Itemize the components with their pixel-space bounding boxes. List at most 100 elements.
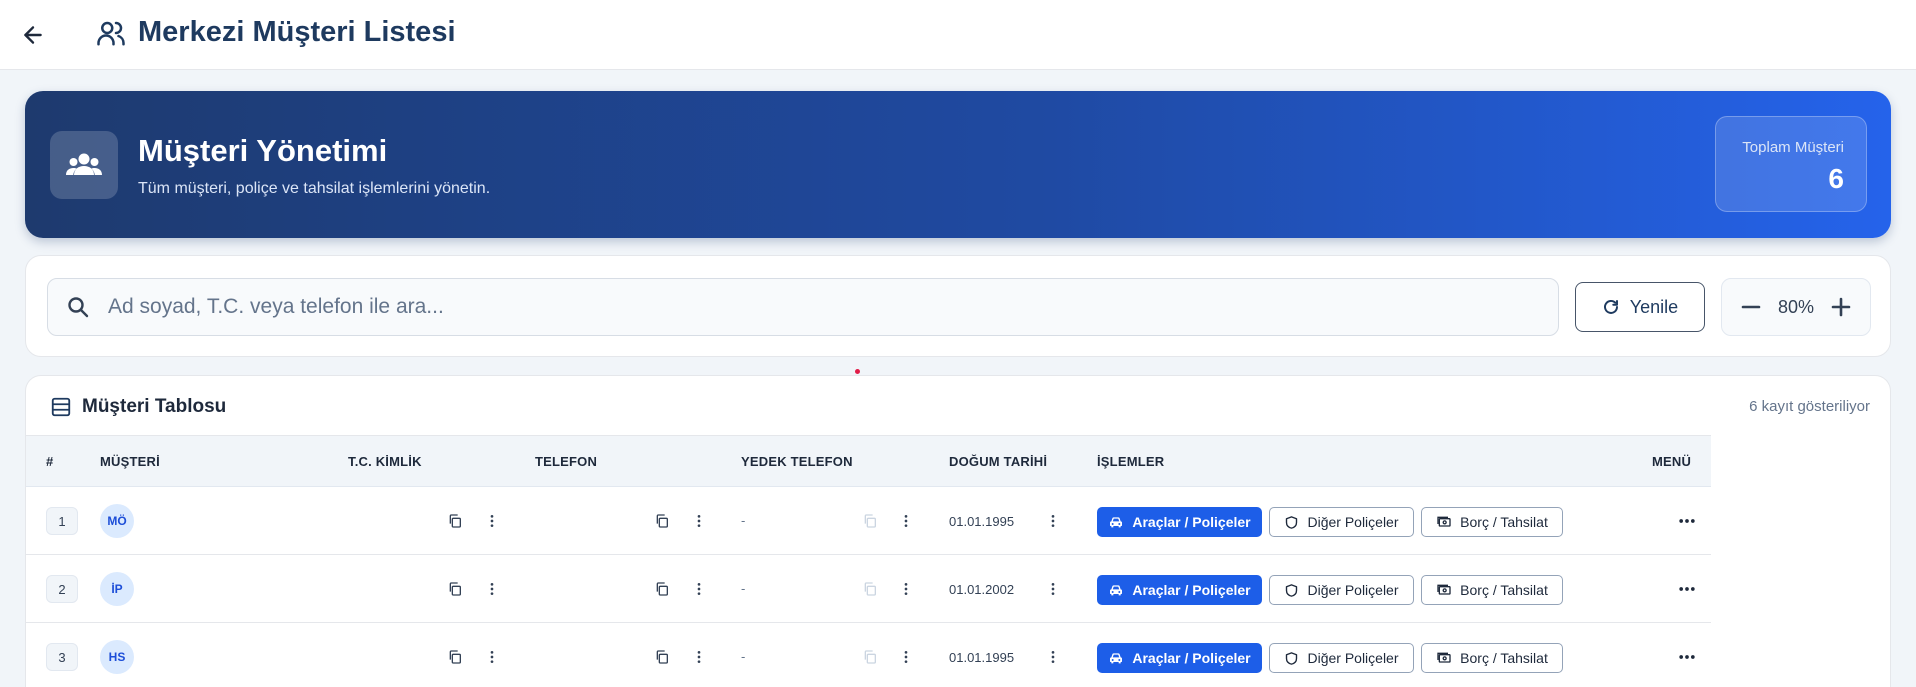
- more-vertical-icon: [697, 583, 701, 595]
- zoom-level: 80%: [1777, 296, 1815, 317]
- birth-date-options-button[interactable]: [1041, 645, 1065, 669]
- row-menu-button[interactable]: [1672, 509, 1702, 533]
- more-vertical-icon: [1051, 651, 1055, 663]
- copy-icon: [656, 514, 668, 528]
- more-vertical-icon: [904, 583, 908, 595]
- birth-date-options-button[interactable]: [1041, 577, 1065, 601]
- other-policies-button[interactable]: Diğer Poliçeler: [1269, 507, 1414, 537]
- indicator-dot: [855, 369, 860, 374]
- copy-icon: [864, 650, 876, 664]
- back-button[interactable]: [18, 20, 48, 50]
- hero-title: Müşteri Yönetimi: [138, 133, 388, 168]
- refresh-button[interactable]: Yenile: [1575, 282, 1705, 332]
- tc-options-button[interactable]: [480, 509, 504, 533]
- backup-phone: -: [741, 581, 746, 596]
- birth-date-options-button[interactable]: [1041, 509, 1065, 533]
- tc-options-button[interactable]: [480, 645, 504, 669]
- money-icon: [1437, 652, 1451, 663]
- phone-options-button[interactable]: [687, 577, 711, 601]
- customer-table-card: Müşteri Tablosu 6 kayıt gösteriliyor # M…: [25, 375, 1891, 687]
- row-index: 2: [46, 575, 78, 603]
- copy-phone-button[interactable]: [650, 509, 674, 533]
- avatar: İP: [100, 572, 134, 606]
- copy-backup-phone-button[interactable]: [858, 577, 882, 601]
- table-row[interactable]: 2 İP - 01.01.2002 Araçlar / Poliçeler Di…: [26, 555, 1711, 623]
- car-icon: [1110, 653, 1123, 664]
- backup-phone: -: [741, 649, 746, 664]
- refresh-icon: [1603, 300, 1618, 314]
- row-menu-button[interactable]: [1672, 645, 1702, 669]
- minus-icon: [1741, 305, 1761, 309]
- car-icon: [1110, 585, 1123, 596]
- vehicles-policies-button[interactable]: Araçlar / Poliçeler: [1097, 643, 1262, 673]
- debt-collection-button[interactable]: Borç / Tahsilat: [1421, 643, 1563, 673]
- copy-backup-phone-button[interactable]: [858, 509, 882, 533]
- debt-collection-label: Borç / Tahsilat: [1460, 514, 1548, 530]
- more-vertical-icon: [697, 515, 701, 527]
- col-tc: T.C. KİMLİK: [348, 454, 422, 469]
- backup-phone: -: [741, 513, 746, 528]
- col-birth-date: DOĞUM TARİHİ: [949, 454, 1048, 469]
- vehicles-policies-button[interactable]: Araçlar / Poliçeler: [1097, 575, 1262, 605]
- search-box: [47, 278, 1559, 336]
- search-input[interactable]: [108, 295, 1538, 319]
- row-index: 3: [46, 643, 78, 671]
- hero-icon-box: [50, 131, 118, 199]
- tc-options-button[interactable]: [480, 577, 504, 601]
- debt-collection-label: Borç / Tahsilat: [1460, 582, 1548, 598]
- backup-phone-options-button[interactable]: [894, 577, 918, 601]
- vehicles-policies-button[interactable]: Araçlar / Poliçeler: [1097, 507, 1262, 537]
- more-vertical-icon: [904, 515, 908, 527]
- stat-value: 6: [1828, 163, 1844, 194]
- other-policies-button[interactable]: Diğer Poliçeler: [1269, 643, 1414, 673]
- copy-tc-button[interactable]: [443, 645, 467, 669]
- row-menu-button[interactable]: [1672, 577, 1702, 601]
- total-customers-card: Toplam Müşteri 6: [1715, 116, 1867, 212]
- phone-options-button[interactable]: [687, 645, 711, 669]
- more-vertical-icon: [490, 651, 494, 663]
- debt-collection-button[interactable]: Borç / Tahsilat: [1421, 507, 1563, 537]
- copy-tc-button[interactable]: [443, 577, 467, 601]
- copy-icon: [656, 650, 668, 664]
- col-phone: TELEFON: [535, 454, 598, 469]
- hero-banner: Müşteri Yönetimi Tüm müşteri, poliçe ve …: [25, 91, 1891, 238]
- table-icon: [51, 397, 71, 417]
- table-head: # MÜŞTERİ T.C. KİMLİK TELEFON YEDEK TELE…: [26, 435, 1711, 487]
- col-menu: MENÜ: [1652, 454, 1692, 469]
- zoom-in-button[interactable]: [1828, 294, 1854, 320]
- search-card: Yenile 80%: [25, 255, 1891, 357]
- debt-collection-button[interactable]: Borç / Tahsilat: [1421, 575, 1563, 605]
- phone-options-button[interactable]: [687, 509, 711, 533]
- refresh-label: Yenile: [1629, 296, 1679, 317]
- table-row[interactable]: 3 HS - 01.01.1995 Araçlar / Poliçeler Di…: [26, 623, 1711, 687]
- birth-date: 01.01.1995: [949, 514, 1015, 529]
- other-policies-button[interactable]: Diğer Poliçeler: [1269, 575, 1414, 605]
- table-title-group: Müşteri Tablosu: [50, 396, 226, 418]
- copy-tc-button[interactable]: [443, 509, 467, 533]
- copy-phone-button[interactable]: [650, 645, 674, 669]
- birth-date: 01.01.2002: [949, 582, 1015, 597]
- zoom-out-button[interactable]: [1738, 294, 1764, 320]
- copy-icon: [449, 650, 461, 664]
- hero-subtitle: Tüm müşteri, poliçe ve tahsilat işlemler…: [138, 180, 491, 197]
- more-vertical-icon: [1051, 583, 1055, 595]
- copy-backup-phone-button[interactable]: [858, 645, 882, 669]
- more-vertical-icon: [490, 583, 494, 595]
- more-horizontal-icon: [1679, 655, 1695, 659]
- backup-phone-options-button[interactable]: [894, 645, 918, 669]
- table-header-bar: Müşteri Tablosu 6 kayıt gösteriliyor: [26, 376, 1890, 436]
- more-horizontal-icon: [1679, 519, 1695, 523]
- col-index: #: [46, 454, 54, 469]
- search-icon: [48, 295, 108, 319]
- table-row[interactable]: 1 MÖ - 01.01.1995 Araçlar / Poliçeler Di…: [26, 487, 1711, 555]
- birth-date: 01.01.1995: [949, 650, 1015, 665]
- col-customer: MÜŞTERİ: [100, 454, 160, 469]
- table-title: Müşteri Tablosu: [82, 396, 227, 417]
- backup-phone-options-button[interactable]: [894, 509, 918, 533]
- zoom-control: 80%: [1721, 278, 1871, 336]
- copy-phone-button[interactable]: [650, 577, 674, 601]
- shield-icon: [1286, 583, 1298, 597]
- col-backup-phone: YEDEK TELEFON: [741, 454, 853, 469]
- money-icon: [1437, 584, 1451, 595]
- other-policies-label: Diğer Poliçeler: [1307, 582, 1399, 598]
